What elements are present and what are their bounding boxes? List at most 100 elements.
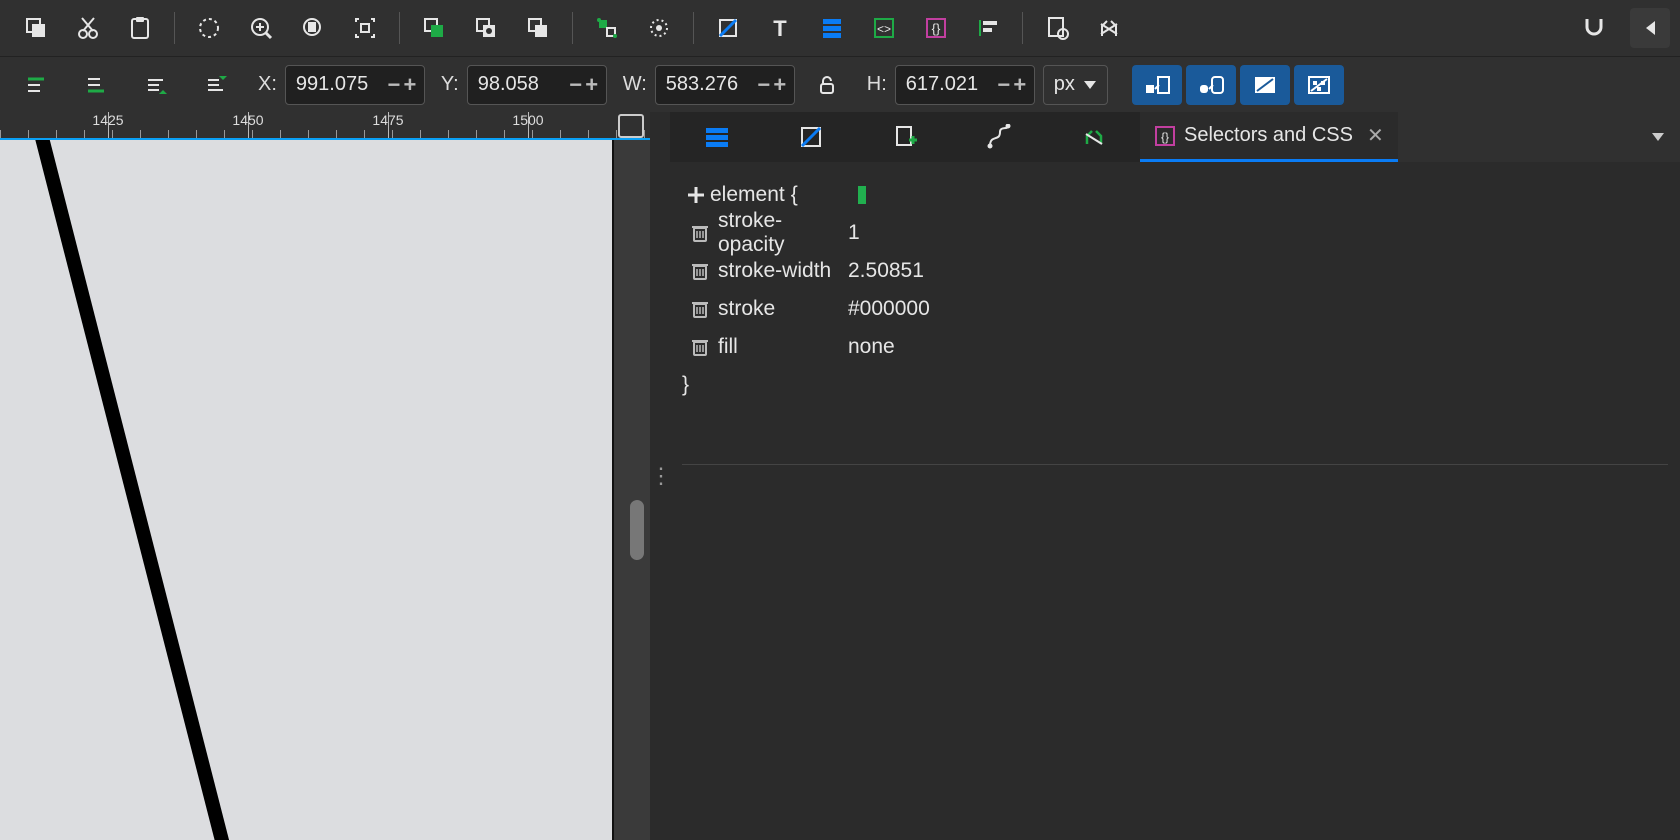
ruler-tick: 1450 bbox=[232, 112, 263, 128]
increment-icon[interactable]: + bbox=[402, 75, 418, 95]
decrement-icon[interactable]: − bbox=[756, 75, 772, 95]
separator bbox=[572, 12, 573, 44]
select-same-icon[interactable] bbox=[76, 65, 116, 105]
display-mode-icon[interactable] bbox=[618, 114, 644, 138]
layers-icon[interactable] bbox=[812, 8, 852, 48]
text-icon[interactable]: T bbox=[760, 8, 800, 48]
drawn-line[interactable] bbox=[30, 140, 260, 840]
delete-property-icon[interactable] bbox=[682, 223, 718, 243]
tab-new-document-icon[interactable] bbox=[858, 112, 952, 162]
clone-icon[interactable] bbox=[466, 8, 506, 48]
panel-divider[interactable] bbox=[682, 464, 1668, 465]
paste-icon[interactable] bbox=[120, 8, 160, 48]
delete-property-icon[interactable] bbox=[682, 337, 718, 357]
css-editor[interactable]: element { stroke-opacity 1 stroke-width … bbox=[670, 162, 1680, 479]
svg-text:<>: <> bbox=[877, 22, 891, 36]
ungroup-icon[interactable] bbox=[639, 8, 679, 48]
css-brackets-icon: {} bbox=[1154, 125, 1176, 147]
snapping-toggle-icon[interactable] bbox=[1574, 8, 1614, 48]
decrement-icon[interactable]: − bbox=[996, 75, 1012, 95]
svg-text:T: T bbox=[773, 16, 787, 40]
zoom-center-icon[interactable] bbox=[345, 8, 385, 48]
panel-resize-gutter[interactable]: ⋮ bbox=[650, 112, 670, 840]
lower-bottom-icon[interactable] bbox=[196, 65, 236, 105]
increment-icon[interactable]: + bbox=[772, 75, 788, 95]
right-panel: {} Selectors and CSS ✕ element { bbox=[670, 112, 1680, 840]
decrement-icon[interactable]: − bbox=[386, 75, 402, 95]
separator bbox=[1022, 12, 1023, 44]
move-pattern-button[interactable] bbox=[1294, 65, 1344, 105]
h-value[interactable] bbox=[896, 73, 996, 96]
x-input[interactable]: −+ bbox=[285, 65, 425, 105]
selectors-icon[interactable]: {} bbox=[916, 8, 956, 48]
separator bbox=[693, 12, 694, 44]
duplicate-icon[interactable] bbox=[414, 8, 454, 48]
property-name[interactable]: fill bbox=[718, 335, 848, 359]
tab-selectors-css[interactable]: {} Selectors and CSS ✕ bbox=[1140, 112, 1398, 162]
tab-paths-icon[interactable] bbox=[952, 112, 1046, 162]
panel-tabs: {} Selectors and CSS ✕ bbox=[670, 112, 1680, 162]
preferences-icon[interactable] bbox=[1037, 8, 1077, 48]
h-input[interactable]: −+ bbox=[895, 65, 1035, 105]
collapse-panel-icon[interactable] bbox=[1630, 8, 1670, 48]
canvas-area: 1425 1450 1475 1500 /*placeholder*/ bbox=[0, 112, 650, 840]
delete-property-icon[interactable] bbox=[682, 299, 718, 319]
increment-icon[interactable]: + bbox=[584, 75, 600, 95]
close-tab-icon[interactable]: ✕ bbox=[1367, 123, 1384, 148]
move-gradient-button[interactable] bbox=[1240, 65, 1290, 105]
horizontal-ruler[interactable]: 1425 1450 1475 1500 /*placeholder*/ bbox=[0, 112, 650, 140]
zoom-page-icon[interactable] bbox=[293, 8, 333, 48]
tab-fill-stroke-icon[interactable] bbox=[764, 112, 858, 162]
fill-stroke-icon[interactable] bbox=[708, 8, 748, 48]
align-icon[interactable] bbox=[968, 8, 1008, 48]
unlink-clone-icon[interactable] bbox=[518, 8, 558, 48]
zoom-selection-icon[interactable] bbox=[189, 8, 229, 48]
x-value[interactable] bbox=[286, 73, 386, 96]
page-edge bbox=[612, 140, 614, 840]
css-property-row[interactable]: fill none bbox=[682, 328, 1668, 366]
copy-icon[interactable] bbox=[16, 8, 56, 48]
property-name[interactable]: stroke bbox=[718, 297, 848, 321]
raise-top-icon[interactable] bbox=[136, 65, 176, 105]
css-selector[interactable]: element bbox=[710, 183, 785, 207]
lock-aspect-icon[interactable] bbox=[807, 65, 847, 105]
add-property-icon[interactable] bbox=[682, 185, 710, 205]
zoom-drawing-icon[interactable] bbox=[241, 8, 281, 48]
delete-property-icon[interactable] bbox=[682, 261, 718, 281]
ruler-tick: 1475 bbox=[372, 112, 403, 128]
tab-object-properties-icon[interactable] bbox=[1046, 112, 1140, 162]
y-input[interactable]: −+ bbox=[467, 65, 607, 105]
workspace: 1425 1450 1475 1500 /*placeholder*/ ⋮ bbox=[0, 112, 1680, 840]
property-name[interactable]: stroke-width bbox=[718, 259, 848, 283]
cut-icon[interactable] bbox=[68, 8, 108, 48]
document-properties-icon[interactable] bbox=[1089, 8, 1129, 48]
css-property-row[interactable]: stroke-opacity 1 bbox=[682, 214, 1668, 252]
panel-menu-icon[interactable] bbox=[1636, 112, 1680, 162]
select-all-layers-icon[interactable] bbox=[16, 65, 56, 105]
svg-text:{}: {} bbox=[932, 21, 941, 36]
property-value[interactable]: #000000 bbox=[848, 297, 930, 321]
scale-corners-button[interactable] bbox=[1186, 65, 1236, 105]
decrement-icon[interactable]: − bbox=[568, 75, 584, 95]
group-icon[interactable] bbox=[587, 8, 627, 48]
property-name[interactable]: stroke-opacity bbox=[718, 209, 848, 257]
property-value[interactable]: 1 bbox=[848, 221, 860, 245]
drag-handle-icon[interactable]: ⋮ bbox=[650, 463, 670, 489]
h-label: H: bbox=[867, 73, 887, 96]
scrollbar-thumb[interactable] bbox=[630, 500, 644, 560]
tab-layers-icon[interactable] bbox=[670, 112, 764, 162]
xml-editor-icon[interactable]: <> bbox=[864, 8, 904, 48]
ruler-tick: 1425 bbox=[92, 112, 123, 128]
increment-icon[interactable]: + bbox=[1012, 75, 1028, 95]
w-value[interactable] bbox=[656, 73, 756, 96]
property-value[interactable]: 2.50851 bbox=[848, 259, 924, 283]
canvas[interactable] bbox=[0, 140, 650, 840]
scale-stroke-button[interactable] bbox=[1132, 65, 1182, 105]
css-property-row[interactable]: stroke #000000 bbox=[682, 290, 1668, 328]
css-property-row[interactable]: stroke-width 2.50851 bbox=[682, 252, 1668, 290]
y-value[interactable] bbox=[468, 73, 568, 96]
unit-dropdown[interactable]: px bbox=[1043, 65, 1108, 105]
w-input[interactable]: −+ bbox=[655, 65, 795, 105]
property-value[interactable]: none bbox=[848, 335, 895, 359]
vertical-scrollbar[interactable] bbox=[628, 140, 646, 840]
